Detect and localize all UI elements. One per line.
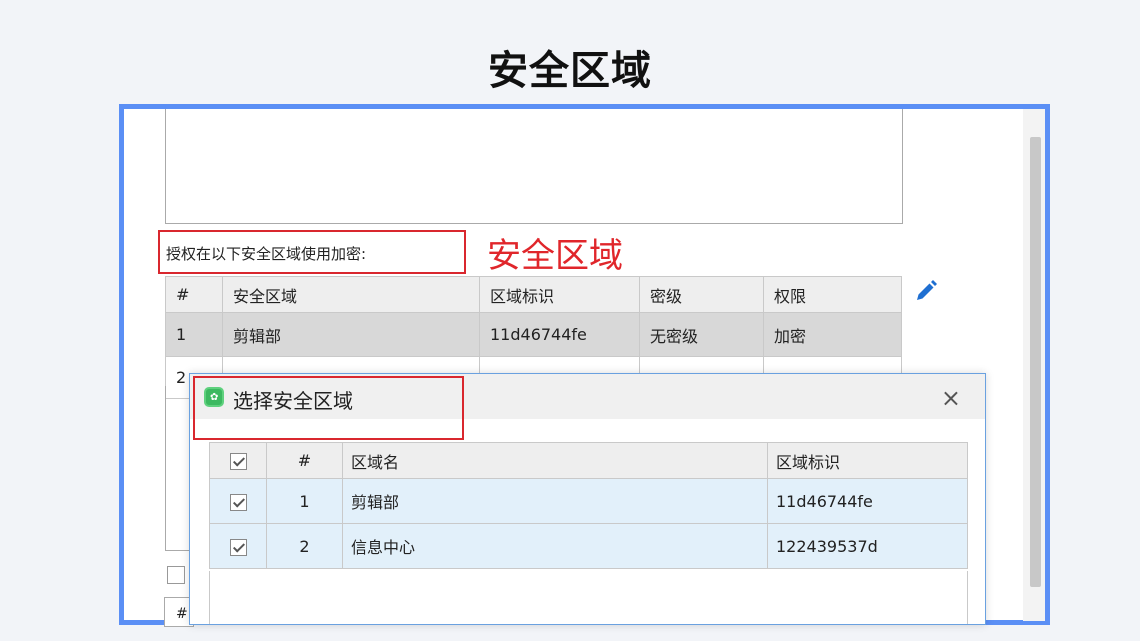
vertical-scrollbar[interactable] <box>1023 109 1045 621</box>
col-num: # <box>266 442 343 479</box>
col-zone-id: 区域标识 <box>767 442 968 479</box>
row-checkbox-cell[interactable] <box>209 523 267 569</box>
table-row[interactable]: 2 信息中心 122439537d <box>209 523 968 569</box>
col-zone-id: 区域标识 <box>479 276 640 313</box>
checkbox-icon[interactable] <box>229 453 247 470</box>
row-num: 1 <box>266 478 343 524</box>
panel-edge <box>165 386 189 551</box>
page-title: 安全区域 <box>488 48 652 94</box>
highlight-box-label <box>158 230 466 274</box>
table-row[interactable]: 1 剪辑部 11d46744fe <box>209 478 968 524</box>
row-zone-name: 信息中心 <box>342 523 768 569</box>
dialog-table-empty-area <box>209 571 968 624</box>
row-zone-name: 剪辑部 <box>342 478 768 524</box>
highlight-box-dialog-title <box>193 376 464 440</box>
edit-pencil-icon[interactable] <box>914 279 938 303</box>
checkbox-icon[interactable] <box>229 493 247 511</box>
row-zone-id: 11d46744fe <box>479 312 640 357</box>
close-icon[interactable]: × <box>941 384 961 412</box>
option-checkbox[interactable] <box>167 566 185 584</box>
row-num: 2 <box>266 523 343 569</box>
row-checkbox-cell[interactable] <box>209 478 267 524</box>
row-zone-id: 122439537d <box>767 523 968 569</box>
dialog-zones-table: # 区域名 区域标识 1 剪辑部 11d46744fe 2 信息中心 12243… <box>209 442 968 569</box>
scrollbar-thumb[interactable] <box>1030 137 1041 587</box>
col-perm: 权限 <box>763 276 902 313</box>
select-all-checkbox-cell[interactable] <box>209 442 267 479</box>
row-perm: 加密 <box>763 312 902 357</box>
col-zone-name: 区域名 <box>342 442 768 479</box>
checkbox-icon[interactable] <box>229 538 247 556</box>
annotation-text: 安全区域 <box>487 236 623 276</box>
row-level: 无密级 <box>639 312 764 357</box>
col-num: # <box>165 276 223 313</box>
table-row[interactable]: 1 剪辑部 11d46744fe 无密级 加密 <box>165 312 902 357</box>
col-zone: 安全区域 <box>222 276 480 313</box>
row-zone: 剪辑部 <box>222 312 480 357</box>
col-level: 密级 <box>639 276 764 313</box>
description-textarea[interactable] <box>165 109 903 224</box>
row-num: 1 <box>165 312 223 357</box>
row-zone-id: 11d46744fe <box>767 478 968 524</box>
